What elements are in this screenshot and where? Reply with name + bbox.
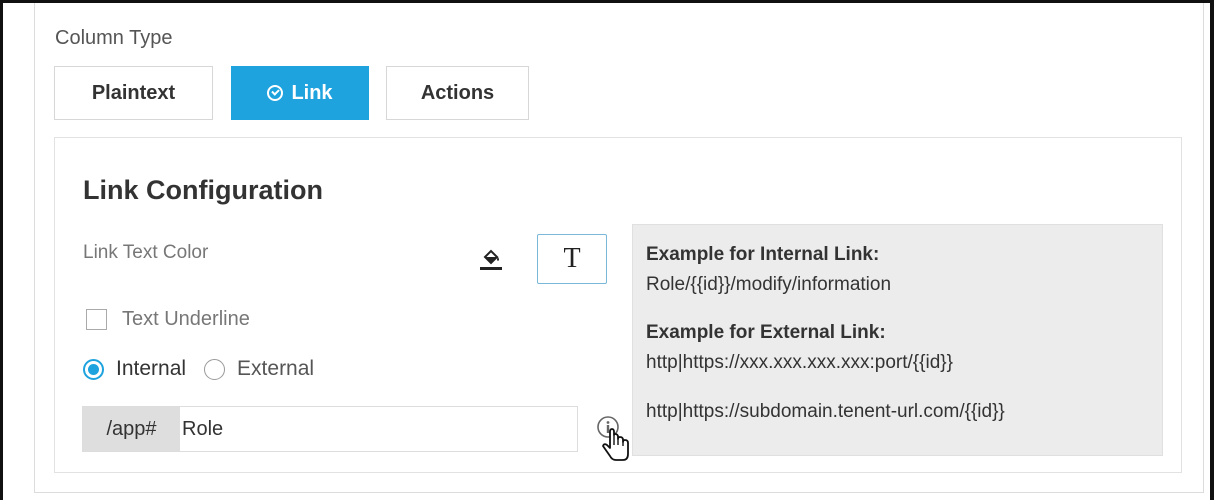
external-radio[interactable]: [204, 358, 226, 380]
link-url-field: /app#: [82, 406, 578, 452]
plaintext-button-label: Plaintext: [91, 81, 176, 104]
link-configuration-title: Link Configuration: [83, 175, 323, 205]
external-radio-label: External: [237, 357, 315, 380]
text-style-button-label: T: [563, 243, 581, 274]
external-example-text: http|https://subdomain.tenent-url.com/{{…: [646, 401, 1005, 422]
link-url-input[interactable]: [180, 407, 577, 451]
link-type-radio-group: Internal External: [83, 357, 314, 381]
actions-button-label: Actions: [420, 81, 495, 104]
internal-example-heading: Example for Internal Link:: [646, 244, 880, 265]
url-prefix-addon: /app#: [83, 407, 180, 451]
external-example-text: http|https://xxx.xxx.xxx.xxx:port/{{id}}: [646, 352, 953, 373]
window-edge-left: [0, 0, 3, 500]
text-underline-checkbox[interactable]: [86, 309, 107, 330]
external-radio-option[interactable]: External: [204, 357, 314, 381]
internal-radio-label: Internal: [116, 357, 187, 380]
check-circle-icon: [267, 85, 284, 101]
link-text-color-label: Link Text Color: [83, 242, 209, 263]
plaintext-type-button[interactable]: Plaintext: [54, 66, 213, 120]
window-edge-right: [1210, 0, 1214, 500]
internal-radio-option[interactable]: Internal: [83, 357, 186, 381]
link-button-label: Link: [291, 81, 333, 104]
fill-color-icon[interactable]: [478, 244, 504, 272]
actions-type-button[interactable]: Actions: [386, 66, 529, 120]
internal-radio[interactable]: [83, 358, 104, 380]
text-style-button[interactable]: T: [537, 234, 607, 284]
internal-example-text: Role/{{id}}/modify/information: [646, 274, 892, 295]
external-example-heading: Example for External Link:: [646, 322, 886, 343]
column-type-label: Column Type: [55, 27, 173, 49]
link-type-button[interactable]: Link: [231, 66, 369, 120]
text-underline-label: Text Underline: [122, 308, 250, 330]
info-icon[interactable]: [595, 415, 631, 467]
text-underline-option[interactable]: Text Underline: [86, 308, 250, 331]
